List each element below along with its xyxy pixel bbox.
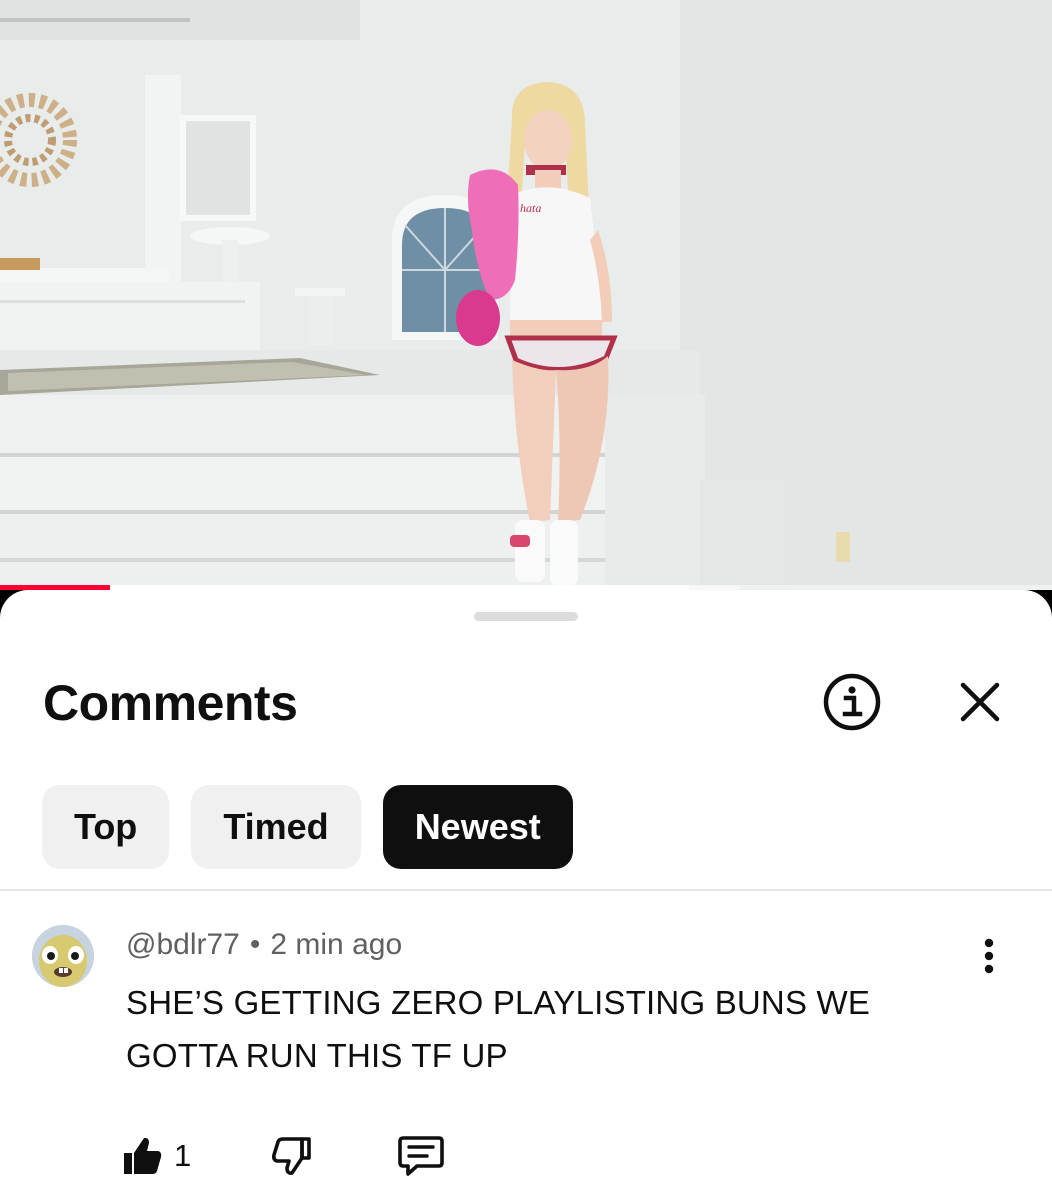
comment-item: @bdlr77 • 2 min ago SHE’S GETTING ZERO PLA…: [0, 920, 1052, 1200]
info-button[interactable]: [822, 672, 882, 732]
like-count: 1: [174, 1138, 192, 1173]
thumbs-down-icon: [272, 1137, 312, 1175]
close-x-icon: [960, 682, 1000, 722]
reply-comment-icon: [398, 1136, 445, 1176]
comment-meta: @bdlr77 • 2 min ago: [126, 928, 402, 962]
chip-timed[interactable]: Timed: [191, 785, 361, 869]
divider: [0, 889, 1052, 891]
video-player[interactable]: hata: [0, 0, 1052, 592]
reply-button[interactable]: [397, 1134, 445, 1178]
comment-actions: 1: [120, 1128, 445, 1184]
dislike-button[interactable]: [269, 1134, 313, 1178]
like-button[interactable]: 1: [120, 1134, 191, 1178]
meta-separator: •: [249, 928, 261, 961]
comments-title: Comments: [43, 675, 298, 731]
comment-author[interactable]: @bdlr77: [126, 928, 240, 961]
sort-chips: Top Timed Newest: [42, 785, 573, 869]
video-frame-illustration: hata: [0, 0, 1052, 592]
more-vertical-icon: [984, 938, 994, 974]
chip-top[interactable]: Top: [42, 785, 170, 869]
thumbs-up-icon: [124, 1137, 162, 1174]
sheet-drag-handle[interactable]: [474, 612, 578, 621]
info-circle-icon: [823, 673, 881, 731]
chip-newest[interactable]: Newest: [382, 785, 573, 869]
avatar-creature-icon: [32, 925, 94, 987]
svg-text:hata: hata: [520, 201, 541, 215]
comments-sheet: Comments Top Timed Newest @bdlr77 • 2 mi…: [0, 590, 1052, 1200]
close-button[interactable]: [950, 672, 1010, 732]
avatar[interactable]: [32, 925, 94, 987]
comment-time: 2 min ago: [270, 928, 403, 961]
comment-text: SHE’S GETTING ZERO PLAYLISTING BUNS WE G…: [126, 984, 871, 1074]
